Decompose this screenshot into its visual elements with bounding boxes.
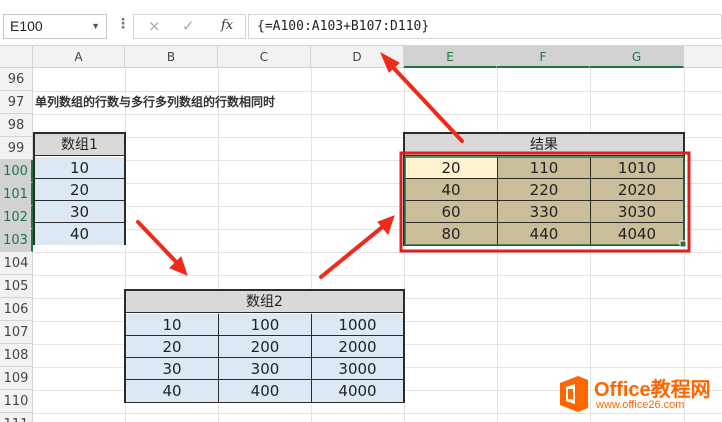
office-logo-icon xyxy=(560,376,588,412)
row-header-104[interactable]: 104 xyxy=(0,252,33,275)
array2-cell[interactable]: 1000 xyxy=(312,314,403,336)
result-cell[interactable]: 40 xyxy=(405,179,498,201)
name-box[interactable]: E100 ▼ xyxy=(3,14,107,39)
result-cell[interactable]: 2020 xyxy=(591,179,683,201)
sheet-title: 单列数组的行数与多行多列数组的行数相同时 xyxy=(35,95,276,109)
gridline xyxy=(33,91,722,92)
result-cell[interactable]: 60 xyxy=(405,201,498,223)
result-table: 结果 20 110 1010 40 220 2020 60 330 3030 8… xyxy=(403,132,685,246)
watermark-line1: Office教程网 xyxy=(594,379,711,401)
row-header-111[interactable]: 111 xyxy=(0,413,33,422)
formula-input[interactable]: {=A100:A103+B107:D110} xyxy=(248,14,722,39)
select-all-corner[interactable] xyxy=(0,46,33,68)
row-header-101[interactable]: 101 xyxy=(0,183,33,206)
result-cell[interactable]: 110 xyxy=(498,157,591,179)
row-header-102[interactable]: 102 xyxy=(0,206,33,229)
array2-title: 数组2 xyxy=(126,291,403,313)
array2-cell[interactable]: 30 xyxy=(126,358,219,380)
array2-cell[interactable]: 2000 xyxy=(312,336,403,358)
row-header-98[interactable]: 98 xyxy=(0,114,33,137)
row-header-110[interactable]: 110 xyxy=(0,390,33,413)
row-header-96[interactable]: 96 xyxy=(0,68,33,91)
arrowhead-icon xyxy=(377,215,395,236)
array2-cell[interactable]: 40 xyxy=(126,380,219,402)
column-header-a[interactable]: A xyxy=(33,46,125,68)
array2-table: 数组2 10 100 1000 20 200 2000 30 300 3000 … xyxy=(124,289,405,403)
result-cell[interactable]: 3030 xyxy=(591,201,683,223)
array1-cell[interactable]: 20 xyxy=(35,179,124,201)
arrow-to-result xyxy=(319,222,388,279)
row-header-97[interactable]: 97 xyxy=(0,91,33,114)
name-box-value: E100 xyxy=(10,18,43,34)
result-cell[interactable]: 4040 xyxy=(591,223,683,245)
cancel-icon[interactable]: × xyxy=(148,17,161,35)
column-header-c[interactable]: C xyxy=(218,46,311,68)
result-cell[interactable]: 1010 xyxy=(591,157,683,179)
formula-bar: E100 ▼ ⋮ × ✓ fx {=A100:A103+B107:D110} xyxy=(0,0,722,46)
array2-cell[interactable]: 400 xyxy=(219,380,312,402)
column-header-e[interactable]: E xyxy=(404,46,497,68)
array2-cell[interactable]: 4000 xyxy=(312,380,403,402)
array2-cell[interactable]: 20 xyxy=(126,336,219,358)
result-cell[interactable]: 330 xyxy=(498,201,591,223)
enter-icon[interactable]: ✓ xyxy=(182,17,195,35)
row-header-105[interactable]: 105 xyxy=(0,275,33,298)
gridline xyxy=(33,252,722,253)
watermark: Office教程网 www.office26.com xyxy=(556,372,722,420)
array2-cell[interactable]: 10 xyxy=(126,314,219,336)
chevron-down-icon[interactable]: ▼ xyxy=(91,15,100,38)
array1-table: 数组1 10 20 30 40 xyxy=(33,132,126,245)
result-cell-active[interactable]: 20 xyxy=(405,157,498,179)
result-cell[interactable]: 80 xyxy=(405,223,498,245)
array1-title: 数组1 xyxy=(35,134,124,156)
array1-cell[interactable]: 40 xyxy=(35,223,124,245)
result-title: 结果 xyxy=(405,134,683,156)
array2-cell[interactable]: 100 xyxy=(219,314,312,336)
row-header-109[interactable]: 109 xyxy=(0,367,33,390)
formula-buttons: × ✓ fx xyxy=(133,14,246,39)
result-cell[interactable]: 220 xyxy=(498,179,591,201)
row-header-99[interactable]: 99 xyxy=(0,137,33,160)
row-header-100[interactable]: 100 xyxy=(0,160,33,183)
row-header-106[interactable]: 106 xyxy=(0,298,33,321)
fx-icon[interactable]: fx xyxy=(221,18,233,33)
arrowhead-icon xyxy=(169,256,188,276)
array2-cell[interactable]: 300 xyxy=(219,358,312,380)
column-headers: A B C D E F G xyxy=(0,46,722,68)
more-options-icon[interactable]: ⋮ xyxy=(116,16,130,32)
result-cell[interactable]: 440 xyxy=(498,223,591,245)
array2-cell[interactable]: 3000 xyxy=(312,358,403,380)
watermark-line2: www.office26.com xyxy=(596,399,685,411)
arrow-to-formula xyxy=(386,60,464,143)
gridline xyxy=(33,275,722,276)
row-header-103[interactable]: 103 xyxy=(0,229,33,252)
array1-cell[interactable]: 30 xyxy=(35,201,124,223)
column-header-d[interactable]: D xyxy=(311,46,404,68)
row-header-107[interactable]: 107 xyxy=(0,321,33,344)
array2-cell[interactable]: 200 xyxy=(219,336,312,358)
column-header-b[interactable]: B xyxy=(125,46,218,68)
column-header-f[interactable]: F xyxy=(497,46,590,68)
row-header-108[interactable]: 108 xyxy=(0,344,33,367)
array1-cell[interactable]: 10 xyxy=(35,157,124,179)
gridline xyxy=(33,114,722,115)
column-header-g[interactable]: G xyxy=(590,46,684,68)
